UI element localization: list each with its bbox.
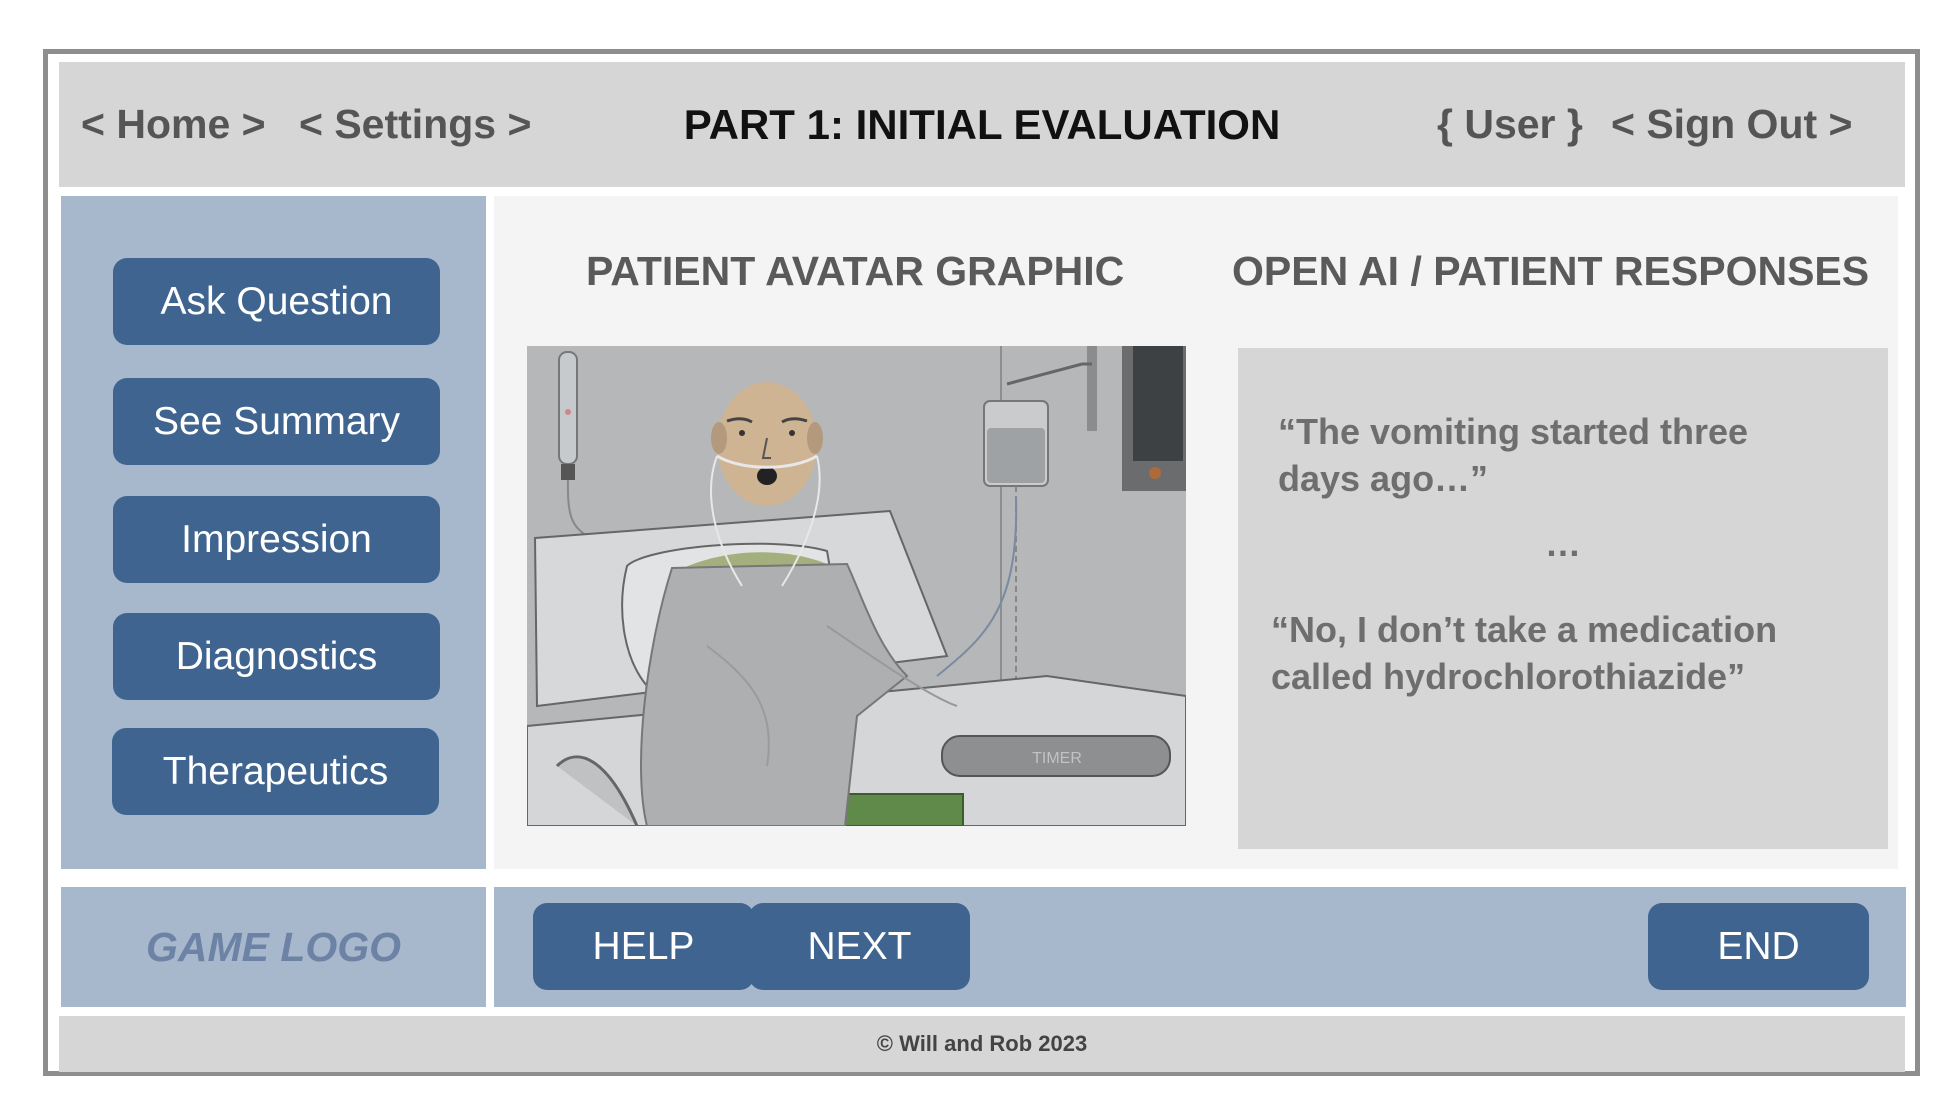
avatar-heading: PATIENT AVATAR GRAPHIC: [586, 248, 1125, 294]
main-panel: PATIENT AVATAR GRAPHIC OPEN AI / PATIENT…: [494, 196, 1898, 869]
top-bar: PART 1: INITIAL EVALUATION < Home > < Se…: [59, 62, 1905, 187]
sign-out-link[interactable]: < Sign Out >: [1611, 62, 1852, 187]
impression-button[interactable]: Impression: [113, 496, 440, 583]
app-frame: PART 1: INITIAL EVALUATION < Home > < Se…: [43, 49, 1920, 1076]
end-button[interactable]: END: [1648, 903, 1869, 990]
see-summary-button[interactable]: See Summary: [113, 378, 440, 465]
response-text-2: “No, I don’t take a medication called hy…: [1271, 609, 1778, 697]
settings-link[interactable]: < Settings >: [299, 62, 531, 187]
copyright-footer: © Will and Rob 2023: [59, 1016, 1905, 1072]
user-menu[interactable]: { User }: [1437, 62, 1583, 187]
game-logo: GAME LOGO: [145, 924, 402, 970]
patient-responses-panel: “The vomiting started three days ago…” ……: [1238, 348, 1888, 849]
sidebar: Ask Question See Summary Impression Diag…: [61, 196, 486, 869]
response-text-1: “The vomiting started three days ago…”: [1278, 411, 1749, 499]
diagnostics-button[interactable]: Diagnostics: [113, 613, 440, 700]
patient-avatar-illustration: TIMER: [527, 346, 1186, 826]
logo-panel: GAME LOGO: [61, 887, 486, 1007]
response-ellipsis: …: [1545, 523, 1581, 564]
responses-heading: OPEN AI / PATIENT RESPONSES: [1232, 248, 1870, 294]
next-button[interactable]: NEXT: [749, 903, 970, 990]
patient-avatar-graphic: TIMER: [527, 346, 1186, 826]
action-bar: HELP NEXT END: [494, 887, 1906, 1007]
therapeutics-button[interactable]: Therapeutics: [112, 728, 439, 815]
home-link[interactable]: < Home >: [81, 62, 266, 187]
ask-question-button[interactable]: Ask Question: [113, 258, 440, 345]
timer-label: TIMER: [1032, 750, 1082, 767]
help-button[interactable]: HELP: [533, 903, 754, 990]
